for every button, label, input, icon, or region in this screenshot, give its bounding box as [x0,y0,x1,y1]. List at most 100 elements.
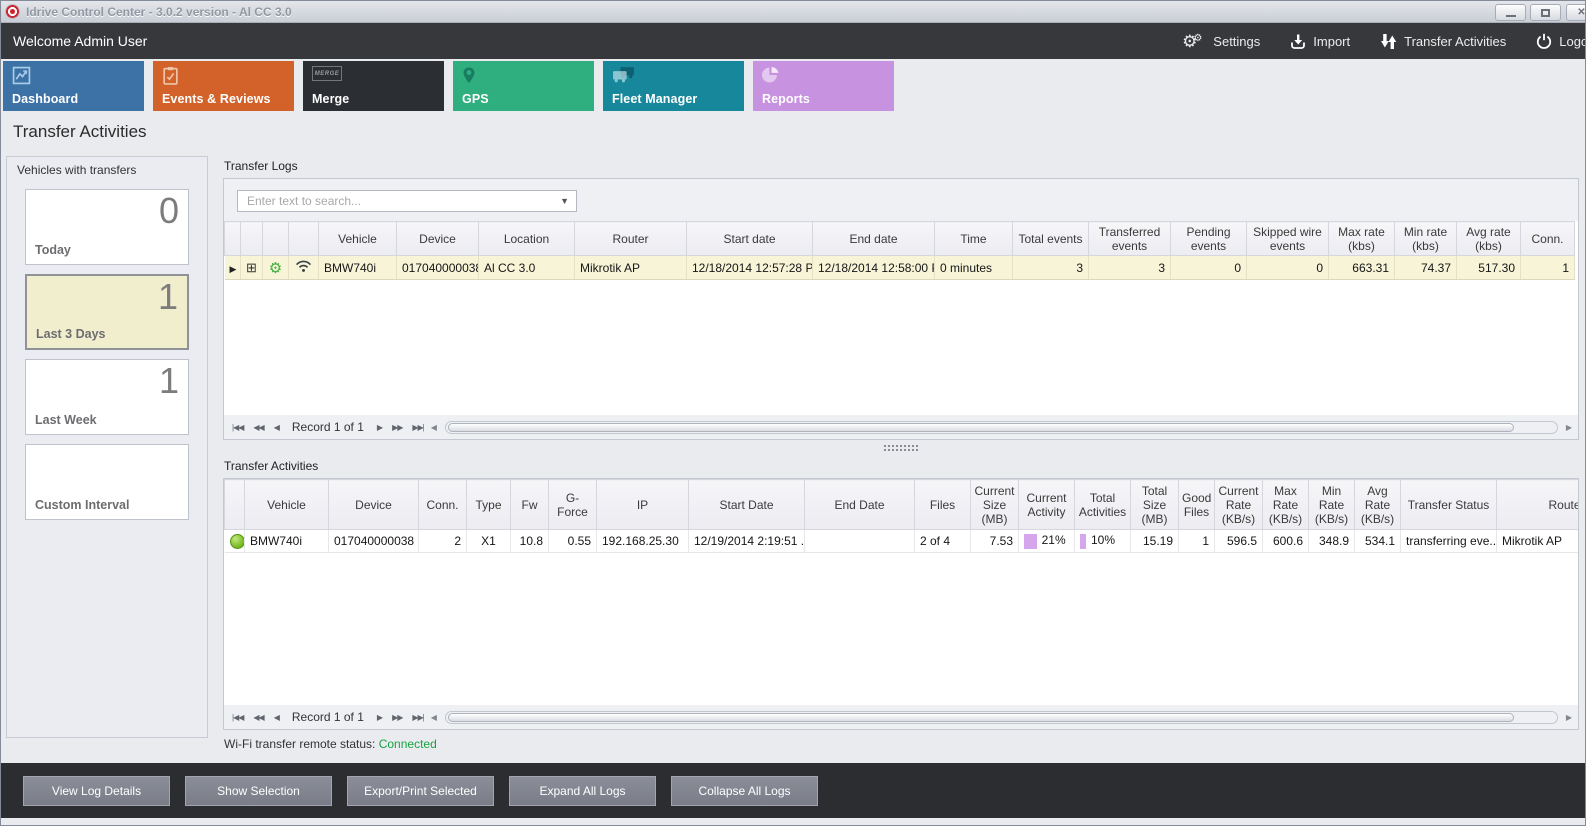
col-time[interactable]: Time [935,222,1013,256]
col-type[interactable]: Type [467,480,511,530]
card-last-3-days[interactable]: 1 Last 3 Days [25,274,189,350]
panel-splitter[interactable] [223,440,1579,456]
col-g-force[interactable]: G-Force [549,480,597,530]
col-current-size[interactable]: Current Size (MB) [971,480,1019,530]
settings-button[interactable]: ⚙⚙ Settings [1182,33,1260,50]
col-fw[interactable]: Fw [511,480,549,530]
col-device[interactable]: Device [397,222,479,256]
col-skipped-wire-events[interactable]: Skipped wire events [1247,222,1329,256]
col-total-size[interactable]: Total Size (MB) [1131,480,1179,530]
prev-record-icon[interactable]: ◀ [271,423,282,432]
cell-min-rate[interactable]: 348.9 [1309,530,1355,553]
col-pending-events[interactable]: Pending events [1171,222,1247,256]
scroll-right-icon[interactable]: ▶ [1566,423,1572,432]
cell-g-force[interactable]: 0.55 [549,530,597,553]
cell-start-date[interactable]: 12/19/2014 2:19:51 ... [689,530,805,553]
col-transfer-status[interactable]: Transfer Status [1401,480,1497,530]
col-total-activities[interactable]: Total Activities [1075,480,1131,530]
cell-pending-events[interactable]: 0 [1171,256,1247,280]
logout-button[interactable]: Logout [1536,33,1586,49]
cell-ip[interactable]: 192.168.25.30 [597,530,689,553]
expand-all-logs-button[interactable]: Expand All Logs [509,776,656,806]
maximize-button[interactable] [1530,4,1561,21]
col-vehicle[interactable]: Vehicle [245,480,329,530]
cell-time[interactable]: 0 minutes [935,256,1013,280]
prev-record-icon[interactable]: ◀ [271,713,282,722]
cell-current-activity[interactable]: 21% [1019,530,1075,553]
tab-reports[interactable]: Reports [753,61,894,111]
cell-total-size[interactable]: 15.19 [1131,530,1179,553]
cell-files[interactable]: 2 of 4 [915,530,971,553]
cell-device[interactable]: 017040000038 [397,256,479,280]
cell-conn[interactable]: 2 [419,530,467,553]
col-device[interactable]: Device [329,480,419,530]
cell-good-files[interactable]: 1 [1179,530,1215,553]
expand-row-icon[interactable]: ⊞ [241,256,263,280]
col-transferred-events[interactable]: Transferred events [1089,222,1171,256]
cell-end-date[interactable] [805,530,915,553]
col-current-activity[interactable]: Current Activity [1019,480,1075,530]
col-max-rate[interactable]: Max rate (kbs) [1329,222,1395,256]
first-record-icon[interactable]: |◀◀ [229,423,246,432]
card-last-week[interactable]: 1 Last Week [25,359,189,435]
col-max-rate[interactable]: Max Rate (KB/s) [1263,480,1309,530]
tab-fleet-manager[interactable]: Fleet Manager [603,61,744,111]
show-selection-button[interactable]: Show Selection [185,776,332,806]
cell-transferred-events[interactable]: 3 [1089,256,1171,280]
card-today[interactable]: 0 Today [25,189,189,265]
prev-page-icon[interactable]: ◀◀ [250,713,266,722]
first-record-icon[interactable]: |◀◀ [229,713,246,722]
col-location[interactable]: Location [479,222,575,256]
scroll-right-icon[interactable]: ▶ [1566,713,1572,722]
col-conn[interactable]: Conn. [419,480,467,530]
scroll-left-icon[interactable]: ◀ [431,713,437,722]
prev-page-icon[interactable]: ◀◀ [250,423,266,432]
last-record-icon[interactable]: ▶▶| [409,713,426,722]
card-custom-interval[interactable]: Custom Interval [25,444,189,520]
scrollbar-thumb[interactable] [448,423,1514,432]
next-record-icon[interactable]: ▶ [374,423,385,432]
col-router[interactable]: Router [1497,480,1579,530]
tab-events-reviews[interactable]: Events & Reviews [153,61,294,111]
col-min-rate[interactable]: Min rate (kbs) [1395,222,1457,256]
cell-device[interactable]: 017040000038 [329,530,419,553]
cell-skipped-wire-events[interactable]: 0 [1247,256,1329,280]
cell-conn[interactable]: 1 [1521,256,1575,280]
cell-transfer-status[interactable]: transferring eve... [1401,530,1497,553]
activities-horizontal-scrollbar[interactable] [445,711,1558,724]
col-end-date[interactable]: End Date [805,480,915,530]
col-files[interactable]: Files [915,480,971,530]
cell-current-rate[interactable]: 596.5 [1215,530,1263,553]
cell-current-size[interactable]: 7.53 [971,530,1019,553]
col-ip[interactable]: IP [597,480,689,530]
col-start-date[interactable]: Start date [687,222,813,256]
transfer-activities-button[interactable]: Transfer Activities [1380,33,1506,50]
export-print-selected-button[interactable]: Export/Print Selected [347,776,494,806]
cell-vehicle[interactable]: BMW740i [319,256,397,280]
cell-max-rate[interactable]: 600.6 [1263,530,1309,553]
cell-router[interactable]: Mikrotik AP [1497,530,1579,553]
collapse-all-logs-button[interactable]: Collapse All Logs [671,776,818,806]
search-input[interactable] [245,193,560,209]
col-conn[interactable]: Conn. [1521,222,1575,256]
cell-avg-rate[interactable]: 517.30 [1457,256,1521,280]
col-router[interactable]: Router [575,222,687,256]
row-focus-arrow-icon[interactable]: ▶ [225,256,241,280]
tab-gps[interactable]: GPS [453,61,594,111]
next-page-icon[interactable]: ▶▶ [389,423,405,432]
next-page-icon[interactable]: ▶▶ [389,713,405,722]
col-good-files[interactable]: Good Files [1179,480,1215,530]
col-vehicle[interactable]: Vehicle [319,222,397,256]
cell-max-rate[interactable]: 663.31 [1329,256,1395,280]
last-record-icon[interactable]: ▶▶| [409,423,426,432]
cell-fw[interactable]: 10.8 [511,530,549,553]
cell-location[interactable]: Al CC 3.0 [479,256,575,280]
minimize-button[interactable] [1495,4,1526,21]
tab-dashboard[interactable]: Dashboard [3,61,144,111]
close-button[interactable]: ✕ [1566,4,1586,21]
cell-end-date[interactable]: 12/18/2014 12:58:00 PM [813,256,935,280]
col-avg-rate[interactable]: Avg Rate (KB/s) [1355,480,1401,530]
col-min-rate[interactable]: Min Rate (KB/s) [1309,480,1355,530]
next-record-icon[interactable]: ▶ [374,713,385,722]
cell-vehicle[interactable]: BMW740i [245,530,329,553]
